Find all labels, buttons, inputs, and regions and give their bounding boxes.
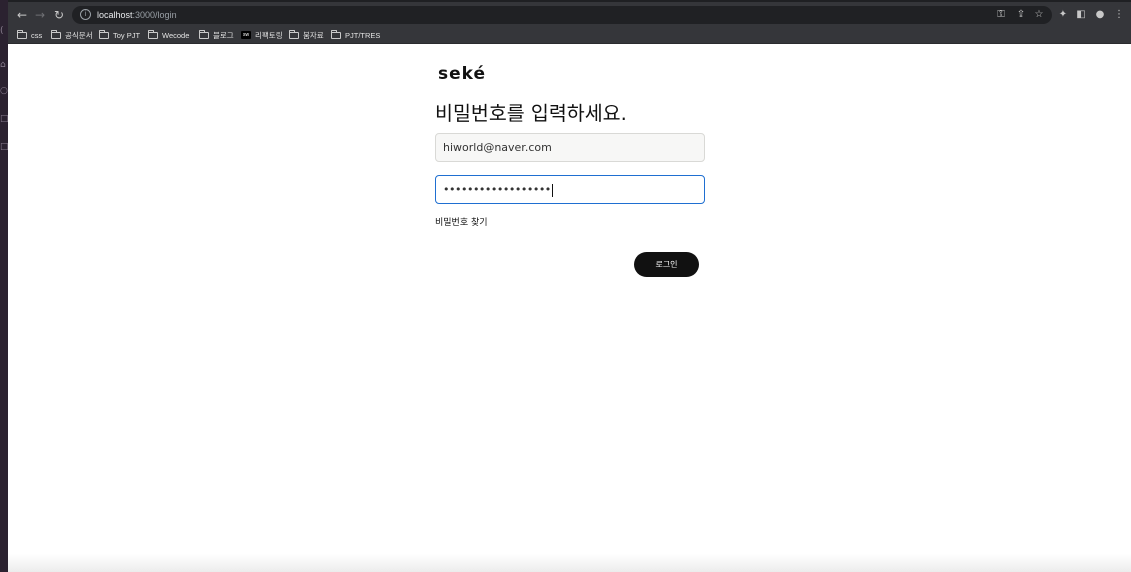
folder-icon [199,29,209,39]
bookmark-materials[interactable]: 붐자료 [289,29,324,41]
address-bar[interactable]: i localhost:3000/login [72,6,1052,24]
login-page: seké 비밀번호를 입력하세요. hiworld@naver.com ••••… [8,45,1131,572]
key-icon[interactable]: ⚿ [994,7,1008,23]
bookmark-label: 블로그 [213,30,234,40]
back-icon[interactable]: ← [14,7,30,23]
folder-icon [148,29,158,39]
desktop-icon: ○ [0,86,8,96]
bookmark-label: 붐자료 [303,30,324,40]
bookmark-label: 리팩토링 [255,30,283,40]
bookmark-pjt-tres[interactable]: PJT/TRES [331,29,380,41]
bookmark-label: Toy PJT [113,30,141,40]
bookmark-label: PJT/TRES [345,30,381,40]
menu-icon[interactable]: ⋮ [1112,7,1126,23]
brand-logo[interactable]: seké [438,64,486,84]
reload-icon[interactable]: ↻ [51,7,67,23]
find-password-link[interactable]: 비밀번호 찾기 [435,215,488,228]
bookmarks-bar: css 공식문서 Toy PJT Wecode 블로그 sw 리팩토링 붐자료 P… [8,26,1131,44]
star-icon[interactable]: ☆ [1032,7,1046,23]
bookmark-blog[interactable]: 블로그 [199,29,234,41]
bookmark-css[interactable]: css [17,29,42,41]
email-field[interactable]: hiworld@naver.com [435,133,705,162]
extensions-icon[interactable]: ✦ [1056,7,1070,23]
folder-icon [331,29,341,39]
email-value: hiworld@naver.com [443,141,552,154]
folder-icon [17,29,27,39]
url-host: localhost [97,10,133,20]
folder-icon [51,29,61,39]
page-bottom-shade [8,554,1131,572]
desktop-icon: ( [0,26,4,36]
bookmark-refactoring[interactable]: sw 리팩토링 [241,29,283,41]
text-caret [551,183,553,197]
desktop-icon: ⌂ [0,60,6,70]
desktop-icon: □ [0,142,8,152]
page-title: 비밀번호를 입력하세요. [435,102,627,125]
share-icon[interactable]: ⇪ [1014,7,1028,23]
url-path: :3000/login [132,10,177,20]
side-panel-icon[interactable]: ◧ [1074,7,1088,23]
folder-icon [289,29,299,39]
desktop-icon: □ [0,114,8,124]
folder-icon [99,29,109,39]
bookmark-label: css [31,30,43,40]
url-text: localhost:3000/login [97,8,177,22]
forward-icon[interactable]: → [32,7,48,23]
profile-icon[interactable]: ● [1093,7,1107,23]
bookmark-toy-pjt[interactable]: Toy PJT [99,29,140,41]
bookmark-docs[interactable]: 공식문서 [51,29,93,41]
login-button[interactable]: 로그인 [634,252,699,277]
bookmark-label: Wecode [162,30,190,40]
desktop-edge: ( ⌂ ○ □ □ [0,0,8,572]
bookmark-label: 공식문서 [65,30,93,40]
password-value: •••••••••••••••••• [443,183,551,196]
site-info-icon[interactable]: i [80,9,91,20]
bookmark-wecode[interactable]: Wecode [148,29,189,41]
browser-window: ← → ↻ i localhost:3000/login ⚿ ⇪ ☆ ✦ ◧ ●… [8,0,1131,572]
browser-toolbar: ← → ↻ i localhost:3000/login ⚿ ⇪ ☆ ✦ ◧ ●… [8,0,1131,26]
password-field[interactable]: •••••••••••••••••• [435,175,705,204]
site-favicon: sw [241,31,251,39]
